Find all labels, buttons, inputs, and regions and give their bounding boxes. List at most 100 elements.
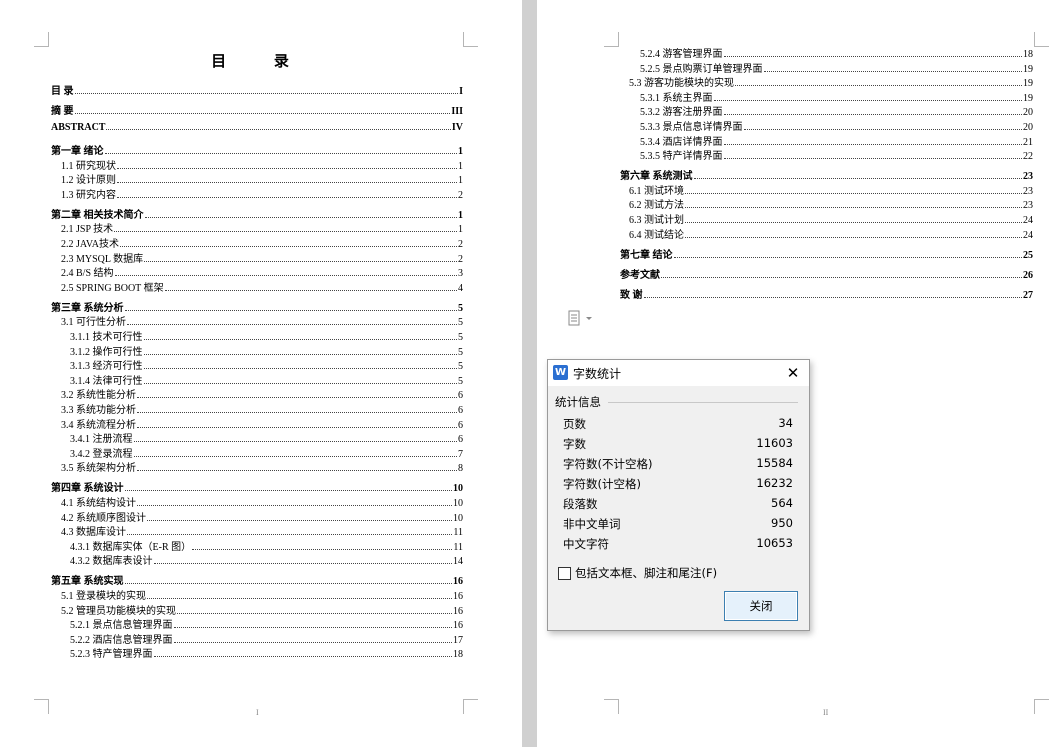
toc-entry[interactable]: 4.2 系统顺序图设计 10 — [61, 509, 463, 524]
toc-entry-title: 4.3.1 数据库实体（E-R 图） — [70, 541, 192, 553]
toc-entry[interactable]: 1.1 研究现状 1 — [61, 157, 463, 172]
toc-entry[interactable]: 5.3.4 酒店详情界面 21 — [640, 133, 1033, 148]
toc-entry-page: 23 — [1023, 200, 1033, 212]
toc-entry-page: 14 — [453, 556, 463, 568]
toc-entry[interactable]: 3.4.1 注册流程 6 — [70, 430, 463, 446]
page-corner-mark — [1034, 699, 1049, 714]
toc-entry[interactable]: 3.1 可行性分析 5 — [61, 313, 463, 328]
toc-entry[interactable]: 3.2 系统性能分析 6 — [61, 386, 463, 402]
close-icon[interactable]: ✕ — [783, 363, 803, 383]
stat-row-paragraphs: 段落数 564 — [563, 496, 793, 516]
toc-entry[interactable]: 5.2.4 游客管理界面 18 — [640, 45, 1033, 60]
word-count-dialog: W 字数统计 ✕ 统计信息 页数 34 字数 11603 字符数(不计空格) 1… — [547, 359, 810, 631]
toc-dot-leader — [106, 128, 451, 130]
stat-label: 非中文单词 — [563, 517, 621, 531]
toc-entry[interactable]: 5.2.1 景点信息管理界面 16 — [70, 616, 463, 632]
toc-entry[interactable]: 2.2 JAVA技术 2 — [61, 235, 463, 250]
toc-chapter-entry[interactable]: 第一章 绪论 1 — [51, 142, 463, 157]
toc-chapter-entry[interactable]: 第二章 相关技术简介 1 — [51, 206, 463, 221]
toc-dot-leader — [693, 177, 1022, 180]
toc-entry-page: 23 — [1023, 171, 1033, 183]
stat-value: 16232 — [756, 476, 793, 490]
toc-entry[interactable]: 2.5 SPRING BOOT 框架 4 — [61, 279, 463, 294]
toc-entry[interactable]: 4.1 系统结构设计 10 — [61, 494, 463, 509]
close-button[interactable]: 关闭 — [724, 591, 798, 621]
include-textboxes-label[interactable]: 包括文本框、脚注和尾注(F) — [575, 565, 717, 581]
toc-entry[interactable]: 5.2.2 酒店信息管理界面 17 — [70, 631, 463, 646]
toc-dot-leader — [735, 84, 1022, 87]
toc-chapter-entry[interactable]: 第四章 系统设计 10 — [51, 479, 463, 494]
toc-entry-title: 5.3 游客功能模块的实现 — [629, 78, 734, 90]
toc-entry-title: 6.1 测试环境 — [629, 185, 684, 197]
toc-entry[interactable]: 6.1 测试环境 23 — [629, 182, 1033, 197]
toc-chapter-entry[interactable]: 致 谢 27 — [620, 286, 1033, 301]
toc-entry[interactable]: 3.1.4 法律可行性 5 — [70, 372, 463, 387]
toc-dot-leader — [685, 206, 1022, 209]
toc-dot-leader — [673, 256, 1022, 258]
toc-entry[interactable]: 5.2 管理员功能模块的实现 16 — [61, 602, 463, 617]
toc-entry[interactable]: 4.3 数据库设计 11 — [61, 523, 463, 538]
toc-entry[interactable]: 3.1.1 技术可行性 5 — [70, 328, 463, 343]
toc-entry[interactable]: 5.3.5 特产详情界面 22 — [640, 147, 1033, 163]
toc-dot-leader — [117, 167, 457, 169]
paste-options-icon[interactable] — [566, 309, 596, 329]
toc-entry-page: 20 — [1023, 107, 1033, 119]
toc-entry-page: 16 — [453, 620, 463, 632]
toc-chapter-entry[interactable]: 第七章 结论 25 — [620, 246, 1033, 261]
toc-chapter-entry[interactable]: 摘 要 III — [51, 102, 463, 117]
stat-row-chinese-chars: 中文字符 10653 — [563, 536, 793, 556]
toc-dot-leader — [74, 92, 459, 94]
toc-entry[interactable]: 4.3.2 数据库表设计 14 — [70, 552, 463, 568]
stat-label: 段落数 — [563, 497, 598, 511]
toc-chapter-entry[interactable]: 第三章 系统分析 5 — [51, 299, 463, 314]
toc-entry[interactable]: 5.3.3 景点信息详情界面 20 — [640, 118, 1033, 133]
toc-entry-page: 7 — [458, 448, 463, 460]
toc-entry[interactable]: 3.1.2 操作可行性 5 — [70, 343, 463, 358]
toc-entry[interactable]: 1.3 研究内容 2 — [61, 186, 463, 201]
toc-chapter-entry[interactable]: ABSTRACT IV — [51, 122, 463, 136]
page-corner-mark — [34, 32, 49, 47]
toc-dot-leader — [177, 612, 452, 614]
dialog-titlebar: W 字数统计 ✕ — [548, 360, 809, 386]
toc-entry[interactable]: 2.1 JSP 技术 1 — [61, 220, 463, 235]
page-corner-mark — [604, 32, 619, 47]
toc-entry[interactable]: 5.3.1 系统主界面 19 — [640, 89, 1033, 104]
toc-entry[interactable]: 2.4 B/S 结构 3 — [61, 264, 463, 279]
toc-dot-leader — [144, 216, 457, 218]
toc-entry-page: 2 — [458, 189, 463, 201]
toc-chapter-entry[interactable]: 参考文献 26 — [620, 266, 1033, 281]
toc-dot-leader — [127, 533, 453, 536]
include-textboxes-checkbox[interactable] — [558, 567, 571, 580]
toc-chapter-entry[interactable]: 目 录I — [51, 82, 463, 97]
stat-value: 34 — [778, 416, 793, 430]
toc-entry[interactable]: 2.3 MYSQL 数据库 2 — [61, 250, 463, 265]
toc-entry-title: 第二章 相关技术简介 — [51, 209, 144, 221]
toc-entry-page: 6 — [458, 390, 463, 402]
toc-entry[interactable]: 6.4 测试结论 24 — [629, 226, 1033, 241]
toc-entry[interactable]: 3.3 系统功能分析 6 — [61, 401, 463, 416]
toc-entry[interactable]: 3.1.3 经济可行性 5 — [70, 357, 463, 372]
toc-entry-title: 3.4.1 注册流程 — [70, 434, 133, 446]
toc-entry-page: 4 — [458, 282, 463, 294]
toc-entry[interactable]: 5.1 登录模块的实现 16 — [61, 587, 463, 602]
toc-entry[interactable]: 5.3.2 游客注册界面 20 — [640, 103, 1033, 119]
toc-entry[interactable]: 5.3 游客功能模块的实现 19 — [629, 74, 1033, 90]
toc-dot-leader — [192, 548, 453, 550]
toc-entry[interactable]: 6.3 测试计划 24 — [629, 211, 1033, 226]
dialog-title: 字数统计 — [573, 367, 622, 381]
toc-entry-title: 1.3 研究内容 — [61, 189, 116, 201]
toc-entry[interactable]: 4.3.1 数据库实体（E-R 图） 11 — [70, 538, 463, 553]
toc-chapter-entry[interactable]: 第五章 系统实现 16 — [51, 572, 463, 587]
toc-entry-page: 25 — [1023, 249, 1033, 261]
toc-entry[interactable]: 5.2.3 特产管理界面 18 — [70, 645, 463, 660]
toc-entry[interactable]: 6.2 测试方法 23 — [629, 196, 1033, 212]
toc-entry[interactable]: 3.5 系统架构分析 8 — [61, 459, 463, 474]
toc-entry-page: 22 — [1023, 151, 1033, 163]
toc-entry[interactable]: 3.4 系统流程分析 6 — [61, 416, 463, 431]
stat-row-chars-with-spaces: 字符数(计空格) 16232 — [563, 476, 793, 496]
toc-entry[interactable]: 3.4.2 登录流程 7 — [70, 445, 463, 460]
toc-chapter-entry[interactable]: 第六章 系统测试 23 — [620, 167, 1033, 183]
toc-dot-leader — [723, 143, 1022, 145]
toc-entry[interactable]: 5.2.5 景点购票订单管理界面 19 — [640, 60, 1033, 75]
toc-entry[interactable]: 1.2 设计原则 1 — [61, 171, 463, 186]
